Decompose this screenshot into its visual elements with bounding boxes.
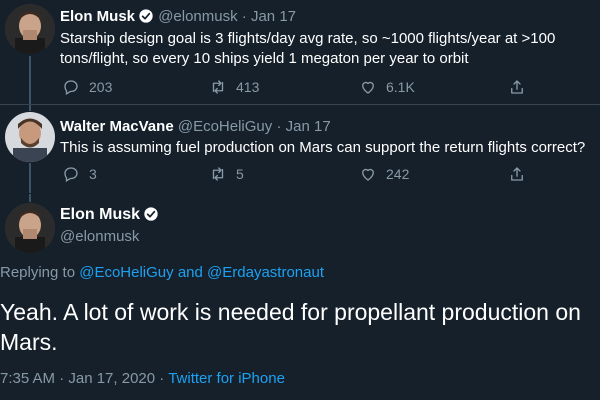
mention-link[interactable]: @EcoHeliGuy <box>79 264 173 281</box>
tweet-text: This is assuming fuel production on Mars… <box>60 139 586 156</box>
tweet-header: Walter MacVane @EcoHeliGuy · Jan 17 <box>60 118 331 135</box>
like-button[interactable]: 6.1K <box>359 78 415 96</box>
like-count: 6.1K <box>386 79 415 95</box>
like-icon <box>362 81 374 94</box>
reply-count: 3 <box>89 166 97 182</box>
reply-button[interactable]: 3 <box>62 165 97 183</box>
author-handle[interactable]: @elonmusk <box>60 228 139 245</box>
share-icon <box>511 80 523 94</box>
author-handle[interactable]: @elonmusk <box>158 8 237 25</box>
action-bar: 3 5 242 <box>62 165 592 185</box>
author-handle[interactable]: @EcoHeliGuy <box>178 118 272 135</box>
tweet-text-line: tons/flight, so every 10 ships yield 1 m… <box>60 50 469 67</box>
tweet-date[interactable]: Jan 17 <box>251 8 296 25</box>
thread-connector <box>29 194 31 202</box>
verified-badge-icon <box>144 207 158 221</box>
tweet-text: Yeah. A lot of work is needed for propel… <box>0 297 600 357</box>
tweet-text-line: Starship design goal is 3 flights/day av… <box>60 30 556 47</box>
tweet-elon-1[interactable]: Elon Musk @elonmusk · Jan 17 Starship de… <box>0 0 600 104</box>
tweet-text: Starship design goal is 3 flights/day av… <box>60 29 600 69</box>
retweet-button[interactable]: 5 <box>209 165 244 183</box>
avatar[interactable] <box>5 4 55 54</box>
replying-to: Replying to @EcoHeliGuy and @Erdayastron… <box>0 264 324 281</box>
retweet-count: 413 <box>236 79 260 95</box>
avatar[interactable] <box>5 112 55 162</box>
tweet-meta: 7:35 AM · Jan 17, 2020 · Twitter for iPh… <box>0 370 285 387</box>
thread-connector <box>29 163 31 193</box>
reply-icon <box>64 80 78 95</box>
replying-prefix: Replying to <box>0 264 76 281</box>
tweet-header: Elon Musk @elonmusk · Jan 17 <box>60 8 297 25</box>
verified-badge-icon <box>139 9 153 23</box>
tweet-walter[interactable]: Walter MacVane @EcoHeliGuy · Jan 17 This… <box>0 105 600 193</box>
retweet-button[interactable]: 413 <box>209 78 259 96</box>
reply-icon <box>64 167 78 182</box>
thread-connector <box>29 105 31 111</box>
focused-tweet: Elon Musk @elonmusk Replying to @EcoHeli… <box>0 194 600 400</box>
share-button[interactable] <box>508 78 535 96</box>
tweet-text-line: Yeah. A lot of work is needed for propel… <box>0 299 581 325</box>
share-button[interactable] <box>508 165 535 183</box>
replying-and: and <box>177 264 203 281</box>
tweet-source-link[interactable]: Twitter for iPhone <box>168 370 285 387</box>
retweet-icon <box>212 167 224 181</box>
tweet-timestamp[interactable]: 7:35 AM · Jan 17, 2020 · <box>0 370 164 387</box>
avatar[interactable] <box>5 203 55 253</box>
retweet-icon <box>212 80 224 94</box>
like-icon <box>362 168 374 181</box>
tweet-date[interactable]: Jan 17 <box>286 118 331 135</box>
like-count: 242 <box>386 166 410 182</box>
share-icon <box>511 167 523 181</box>
reply-button[interactable]: 203 <box>62 78 112 96</box>
tweet-text-line: Mars. <box>0 329 58 355</box>
mention-link[interactable]: @Erdayastronaut <box>207 264 324 281</box>
like-button[interactable]: 242 <box>359 165 409 183</box>
author-name-text: Elon Musk <box>60 206 141 223</box>
action-bar: 203 413 6.1K <box>62 78 592 98</box>
tweet-thread: Elon Musk @elonmusk · Jan 17 Starship de… <box>0 0 600 400</box>
author-name[interactable]: Elon Musk <box>60 206 159 224</box>
author-name[interactable]: Elon Musk <box>60 8 135 25</box>
retweet-count: 5 <box>236 166 244 182</box>
author-name[interactable]: Walter MacVane <box>60 118 174 135</box>
reply-count: 203 <box>89 79 113 95</box>
thread-connector <box>29 56 31 104</box>
